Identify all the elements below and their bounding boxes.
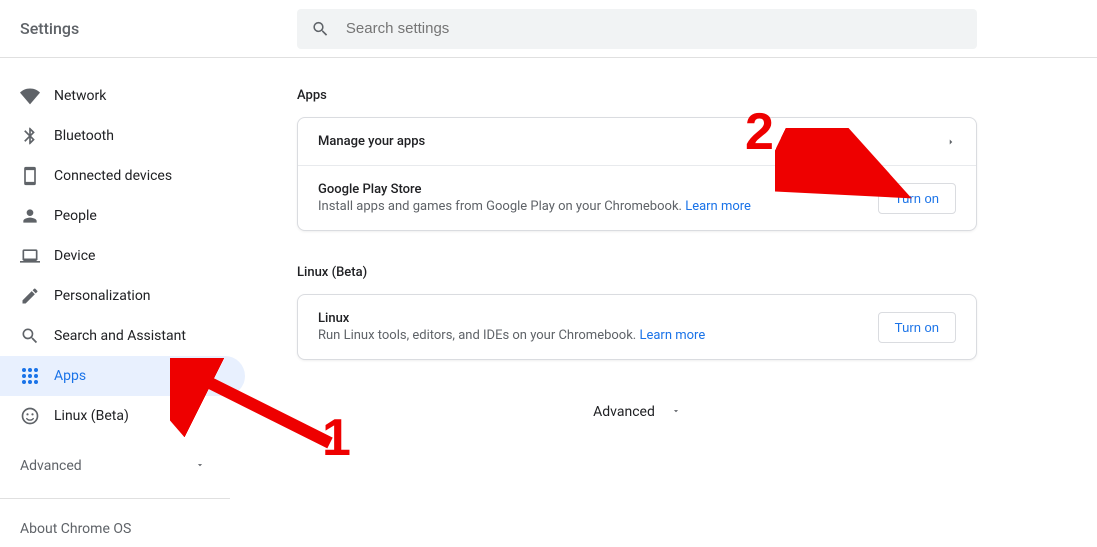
sidebar-item-linux[interactable]: Linux (Beta) [0,396,245,436]
pencil-icon [20,286,40,306]
search-input[interactable] [346,20,963,37]
sidebar-item-search-assistant[interactable]: Search and Assistant [0,316,245,356]
divider [0,498,230,499]
sidebar-item-label: Connected devices [54,168,172,184]
sidebar-item-device[interactable]: Device [0,236,245,276]
magnify-icon [20,326,40,346]
sidebar-item-label: Network [54,88,106,104]
header: Settings [0,0,1097,58]
linux-row: Linux Run Linux tools, editors, and IDEs… [298,295,976,359]
sidebar: Network Bluetooth Connected devices Peop… [0,58,245,526]
bluetooth-icon [20,126,40,146]
person-icon [20,206,40,226]
google-play-row: Google Play Store Install apps and games… [298,166,976,230]
advanced-toggle[interactable]: Advanced [297,394,977,420]
linux-card: Linux Run Linux tools, editors, and IDEs… [297,294,977,360]
sidebar-item-label: Apps [54,368,86,384]
sidebar-item-personalization[interactable]: Personalization [0,276,245,316]
sidebar-item-label: Linux (Beta) [54,408,129,424]
manage-apps-title: Manage your apps [318,134,946,149]
laptop-icon [20,246,40,266]
manage-apps-row[interactable]: Manage your apps [298,118,976,166]
learn-more-link[interactable]: Learn more [685,199,751,214]
about-label: About Chrome OS [20,521,131,537]
sidebar-item-label: Bluetooth [54,128,114,144]
section-title-linux: Linux (Beta) [297,265,977,280]
chevron-right-icon [946,137,956,147]
play-store-title: Google Play Store [318,182,862,197]
wifi-icon [20,86,40,106]
turn-on-play-button[interactable]: Turn on [878,183,956,214]
apps-grid-icon [20,366,40,386]
sidebar-item-label: Device [54,248,95,264]
section-title-apps: Apps [297,88,977,103]
search-box[interactable] [297,9,977,49]
linux-icon [20,406,40,426]
chevron-down-icon [195,458,205,474]
sidebar-item-apps[interactable]: Apps [0,356,245,396]
advanced-label: Advanced [593,404,655,420]
phone-icon [20,166,40,186]
learn-more-link[interactable]: Learn more [639,328,705,343]
sidebar-item-connected-devices[interactable]: Connected devices [0,156,245,196]
turn-on-linux-button[interactable]: Turn on [878,312,956,343]
apps-card: Manage your apps Google Play Store Insta… [297,117,977,231]
linux-sub: Run Linux tools, editors, and IDEs on yo… [318,328,862,343]
linux-title: Linux [318,311,862,326]
sidebar-item-network[interactable]: Network [0,76,245,116]
chevron-down-icon [671,404,681,420]
search-icon [311,19,330,39]
main-content: Apps Manage your apps Google Play Store … [245,58,1097,526]
advanced-label: Advanced [20,458,82,474]
sidebar-about[interactable]: About Chrome OS [0,511,245,547]
sidebar-item-people[interactable]: People [0,196,245,236]
sidebar-item-bluetooth[interactable]: Bluetooth [0,116,245,156]
sidebar-item-label: Personalization [54,288,151,304]
page-title: Settings [20,19,297,38]
sidebar-advanced[interactable]: Advanced [0,446,245,486]
sidebar-item-label: People [54,208,97,224]
sidebar-item-label: Search and Assistant [54,328,186,344]
play-store-sub: Install apps and games from Google Play … [318,199,862,214]
